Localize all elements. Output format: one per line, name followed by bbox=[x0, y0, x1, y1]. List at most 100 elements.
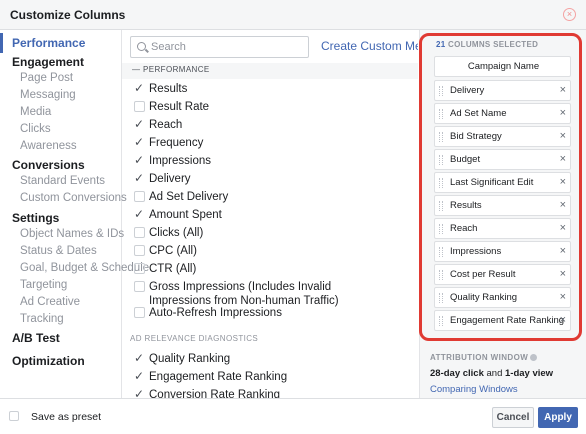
nav-targeting[interactable]: Targeting bbox=[20, 279, 67, 291]
nav-settings[interactable]: Settings bbox=[12, 211, 59, 225]
remove-icon[interactable]: × bbox=[560, 245, 566, 257]
remove-icon[interactable]: × bbox=[560, 107, 566, 119]
column-chip[interactable]: Engagement Rate Ranking × bbox=[434, 310, 571, 331]
nav-page-post[interactable]: Page Post bbox=[20, 72, 73, 84]
column-label: Results bbox=[450, 200, 482, 211]
checkbox[interactable] bbox=[134, 307, 145, 318]
checkbox[interactable] bbox=[134, 387, 145, 398]
remove-icon[interactable]: × bbox=[560, 130, 566, 142]
column-label: Bid Strategy bbox=[450, 131, 502, 142]
remove-icon[interactable]: × bbox=[560, 291, 566, 303]
checkbox[interactable] bbox=[134, 227, 145, 238]
remove-icon[interactable]: × bbox=[560, 268, 566, 280]
nav-clicks[interactable]: Clicks bbox=[20, 123, 51, 135]
nav-messaging[interactable]: Messaging bbox=[20, 89, 76, 101]
save-preset-label[interactable]: Save as preset bbox=[31, 411, 101, 423]
search-box[interactable] bbox=[130, 36, 309, 58]
nav-media[interactable]: Media bbox=[20, 106, 51, 118]
search-icon bbox=[137, 42, 146, 51]
drag-handle-icon[interactable] bbox=[439, 155, 443, 165]
nav-ad-creative[interactable]: Ad Creative bbox=[20, 296, 80, 308]
drag-handle-icon[interactable] bbox=[439, 201, 443, 211]
close-icon[interactable]: × bbox=[563, 8, 576, 21]
metric-label: Auto-Refresh Impressions bbox=[149, 307, 282, 319]
column-label: Delivery bbox=[450, 85, 485, 96]
column-chip[interactable]: Quality Ranking × bbox=[434, 287, 571, 308]
checkbox[interactable] bbox=[134, 263, 145, 274]
drag-handle-icon[interactable] bbox=[439, 293, 443, 303]
drag-handle-icon[interactable] bbox=[439, 316, 443, 326]
nav-ab-test[interactable]: A/B Test bbox=[12, 331, 60, 345]
checkbox[interactable] bbox=[134, 281, 145, 292]
drag-handle-icon[interactable] bbox=[439, 178, 443, 188]
create-custom-metric-link[interactable]: Create Custom Metric bbox=[321, 39, 418, 53]
column-chip[interactable]: Impressions × bbox=[434, 241, 571, 262]
view-window: 1-day view bbox=[505, 368, 554, 379]
selected-number: 21 bbox=[436, 40, 446, 49]
remove-icon[interactable]: × bbox=[560, 199, 566, 211]
checkbox[interactable] bbox=[134, 101, 145, 112]
apply-button[interactable]: Apply bbox=[538, 407, 578, 428]
nav-custom-conversions[interactable]: Custom Conversions bbox=[20, 192, 127, 204]
dialog-footer: Save as preset Cancel Apply bbox=[0, 398, 586, 434]
column-label: Impressions bbox=[450, 246, 502, 257]
nav-optimization[interactable]: Optimization bbox=[12, 354, 85, 368]
search-input[interactable] bbox=[151, 39, 301, 55]
checkbox[interactable] bbox=[134, 207, 145, 221]
checkbox[interactable] bbox=[134, 245, 145, 256]
column-label: Engagement Rate Ranking bbox=[450, 315, 565, 326]
checkbox[interactable] bbox=[134, 191, 145, 202]
column-chip[interactable]: Bid Strategy × bbox=[434, 126, 571, 147]
column-label: Ad Set Name bbox=[450, 108, 507, 119]
nav-engagement[interactable]: Engagement bbox=[12, 55, 84, 69]
remove-icon[interactable]: × bbox=[560, 153, 566, 165]
nav-status-dates[interactable]: Status & Dates bbox=[20, 245, 97, 257]
metric-label: Engagement Rate Ranking bbox=[149, 371, 288, 383]
checkbox[interactable] bbox=[134, 369, 145, 383]
cancel-button[interactable]: Cancel bbox=[492, 407, 534, 428]
column-chip-campaign-name: Campaign Name bbox=[434, 56, 571, 77]
checkbox[interactable] bbox=[134, 135, 145, 149]
remove-icon[interactable]: × bbox=[560, 84, 566, 96]
column-chip[interactable]: Reach × bbox=[434, 218, 571, 239]
metric-label: Results bbox=[149, 83, 188, 95]
column-label: Last Significant Edit bbox=[450, 177, 534, 188]
nav-standard-events[interactable]: Standard Events bbox=[20, 175, 105, 187]
column-chip[interactable]: Cost per Result × bbox=[434, 264, 571, 285]
column-label: Cost per Result bbox=[450, 269, 516, 280]
attribution-window-title: ATTRIBUTION WINDOW bbox=[430, 353, 538, 362]
drag-handle-icon[interactable] bbox=[439, 270, 443, 280]
nav-object-names[interactable]: Object Names & IDs bbox=[20, 228, 124, 240]
checkbox[interactable] bbox=[134, 81, 145, 95]
column-chip[interactable]: Ad Set Name × bbox=[434, 103, 571, 124]
column-chip[interactable]: Last Significant Edit × bbox=[434, 172, 571, 193]
remove-icon[interactable]: × bbox=[560, 314, 566, 326]
nav-awareness[interactable]: Awareness bbox=[20, 140, 77, 152]
drag-handle-icon[interactable] bbox=[439, 86, 443, 96]
checkbox[interactable] bbox=[134, 117, 145, 131]
info-icon[interactable] bbox=[530, 354, 538, 361]
column-label: Campaign Name bbox=[467, 61, 540, 72]
nav-tracking[interactable]: Tracking bbox=[20, 313, 64, 325]
checkbox[interactable] bbox=[134, 171, 145, 185]
comparing-windows-link[interactable]: Comparing Windows bbox=[430, 384, 518, 395]
nav-performance[interactable]: Performance bbox=[0, 33, 85, 53]
drag-handle-icon[interactable] bbox=[439, 224, 443, 234]
remove-icon[interactable]: × bbox=[560, 176, 566, 188]
column-chip[interactable]: Delivery × bbox=[434, 80, 571, 101]
diagnostics-section-title: AD RELEVANCE DIAGNOSTICS bbox=[130, 334, 259, 343]
selected-label: COLUMNS SELECTED bbox=[448, 40, 539, 49]
metric-label: Quality Ranking bbox=[149, 353, 231, 365]
metric-label: Conversion Rate Ranking bbox=[149, 389, 281, 398]
column-chip[interactable]: Results × bbox=[434, 195, 571, 216]
drag-handle-icon[interactable] bbox=[439, 132, 443, 142]
checkbox[interactable] bbox=[134, 351, 145, 365]
save-preset-checkbox[interactable] bbox=[9, 411, 19, 421]
drag-handle-icon[interactable] bbox=[439, 109, 443, 119]
column-chip[interactable]: Budget × bbox=[434, 149, 571, 170]
drag-handle-icon[interactable] bbox=[439, 247, 443, 257]
nav-conversions[interactable]: Conversions bbox=[12, 158, 85, 172]
remove-icon[interactable]: × bbox=[560, 222, 566, 234]
checkbox[interactable] bbox=[134, 153, 145, 167]
metric-label: Reach bbox=[149, 119, 183, 131]
